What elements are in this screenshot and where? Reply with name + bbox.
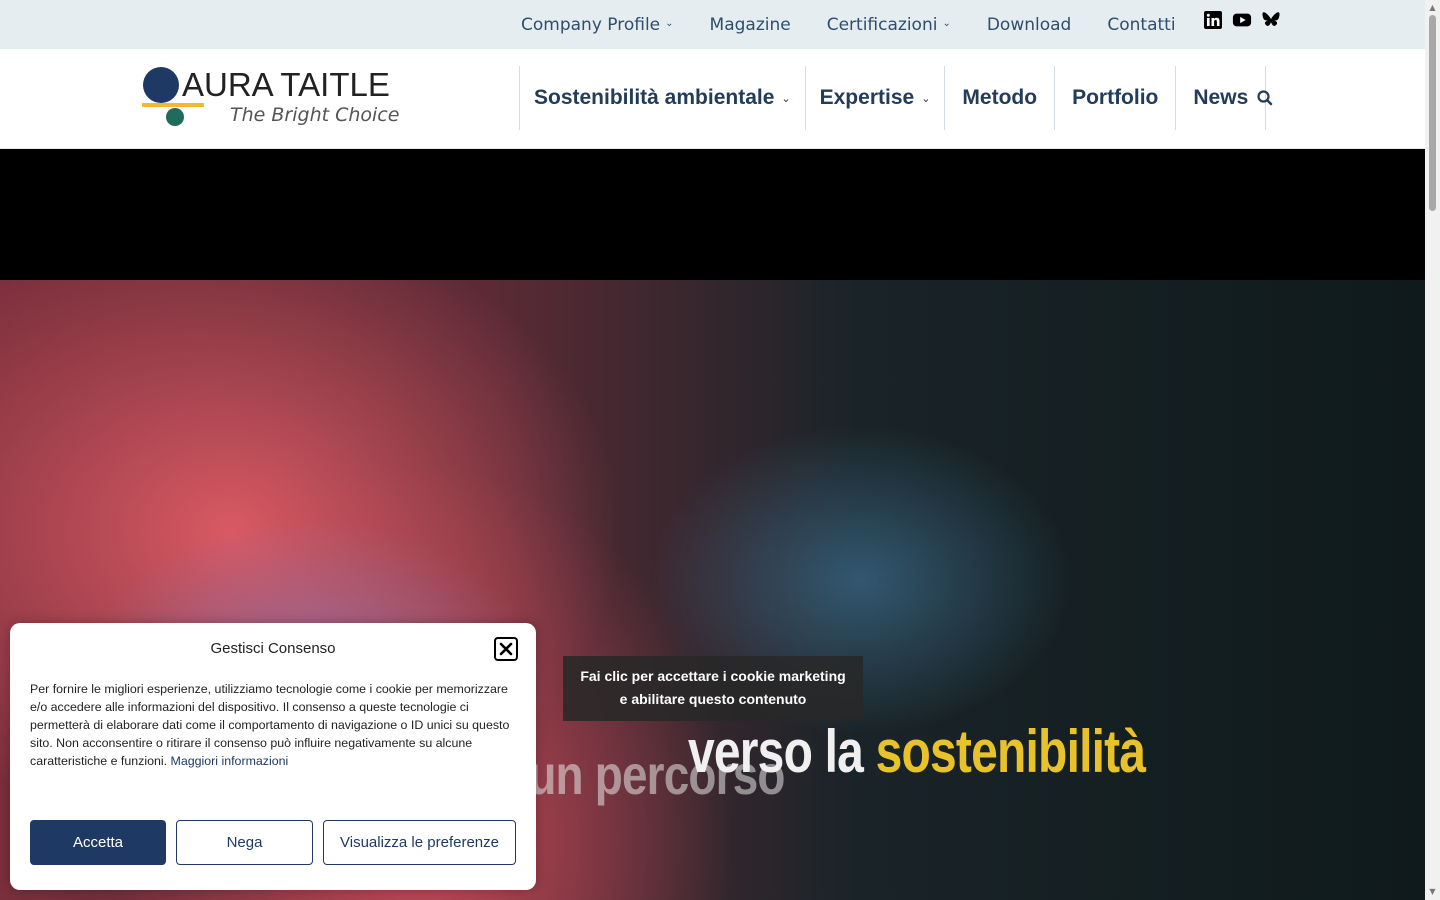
consent-overlay-line2: e abilitare questo contenuto xyxy=(619,691,807,707)
topnav-label: Certificazioni xyxy=(826,14,938,35)
accept-button[interactable]: Accetta xyxy=(30,820,166,865)
topnav-label: Contatti xyxy=(1107,14,1176,35)
hero-text: verso la xyxy=(688,718,876,785)
nav-expertise[interactable]: Expertise ⌄ xyxy=(804,66,945,130)
nav-label: News xyxy=(1193,86,1249,109)
hero-headline-line2: verso la sostenibilità xyxy=(688,717,1146,786)
chevron-down-icon: ⌄ xyxy=(942,18,951,29)
chevron-down-icon: ⌄ xyxy=(921,92,931,105)
youtube-icon[interactable] xyxy=(1232,10,1252,30)
nav-label: Metodo xyxy=(962,86,1038,109)
topnav-download[interactable]: Download xyxy=(969,15,1090,35)
deny-button[interactable]: Nega xyxy=(176,820,313,865)
more-info-link[interactable]: Maggiori informazioni xyxy=(171,754,289,768)
cookie-title: Gestisci Consenso xyxy=(210,640,336,657)
nav-sostenibilita[interactable]: Sostenibilità ambientale ⌄ xyxy=(519,66,805,130)
nav-metodo[interactable]: Metodo xyxy=(944,66,1054,130)
topnav-company-profile[interactable]: Company Profile ⌄ xyxy=(503,15,692,35)
topnav-label: Download xyxy=(986,14,1072,35)
page: Company Profile ⌄ Magazine Certificazion… xyxy=(0,0,1440,900)
consent-overlay-button[interactable]: Fai clic per accettare i cookie marketin… xyxy=(563,656,863,721)
logo[interactable]: AURA TAITLE The Bright Choice xyxy=(142,66,402,130)
nav-portfolio[interactable]: Portfolio xyxy=(1054,66,1175,130)
chevron-down-icon: ⌄ xyxy=(665,18,674,29)
cookie-body: Per fornire le migliori esperienze, util… xyxy=(30,680,518,770)
topnav-label: Company Profile xyxy=(521,14,661,35)
social-links xyxy=(1203,10,1281,30)
nav-label: Sostenibilità ambientale xyxy=(534,86,775,109)
cookie-consent-dialog: Gestisci Consenso Per fornire le miglior… xyxy=(10,623,536,890)
nav-label: Expertise xyxy=(819,86,915,109)
logo-name: AURA TAITLE xyxy=(182,66,390,103)
close-icon[interactable] xyxy=(494,637,518,661)
topnav-label: Magazine xyxy=(709,14,791,35)
consent-overlay-line1: Fai clic per accettare i cookie marketin… xyxy=(580,668,846,684)
search-icon[interactable] xyxy=(1255,88,1275,108)
topnav-certificazioni[interactable]: Certificazioni ⌄ xyxy=(809,15,969,35)
main-nav: Sostenibilità ambientale ⌄ Expertise ⌄ M… xyxy=(519,66,1267,130)
nav-label: Portfolio xyxy=(1072,86,1159,109)
site-header: AURA TAITLE The Bright Choice Sostenibil… xyxy=(0,49,1425,149)
scrollbar-thumb[interactable] xyxy=(1429,15,1436,211)
topnav-magazine[interactable]: Magazine xyxy=(692,15,809,35)
nav-news[interactable]: News xyxy=(1175,66,1267,130)
chevron-down-icon: ⌄ xyxy=(781,92,791,105)
scrollbar[interactable]: ▲ ▼ xyxy=(1425,0,1440,900)
top-nav: Company Profile ⌄ Magazine Certificazion… xyxy=(503,0,1194,49)
top-bar: Company Profile ⌄ Magazine Certificazion… xyxy=(0,0,1425,49)
bluesky-icon[interactable] xyxy=(1261,10,1281,30)
hero-highlight: sostenibilità xyxy=(875,718,1146,785)
linkedin-icon[interactable] xyxy=(1203,10,1223,30)
preferences-button[interactable]: Visualizza le preferenze xyxy=(323,820,516,865)
scroll-up-icon[interactable]: ▲ xyxy=(1428,3,1437,12)
topnav-contatti[interactable]: Contatti xyxy=(1089,15,1193,35)
scroll-down-icon[interactable]: ▼ xyxy=(1428,887,1437,896)
logo-tagline: The Bright Choice xyxy=(230,104,400,126)
